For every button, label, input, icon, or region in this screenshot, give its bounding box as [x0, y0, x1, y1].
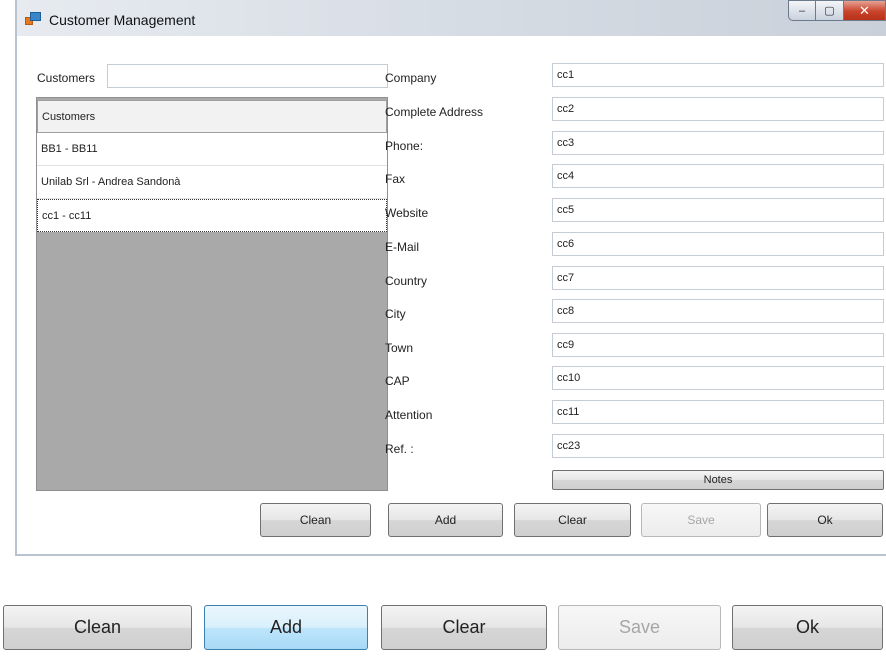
- city-input[interactable]: cc8: [552, 299, 884, 323]
- phone-label: Phone:: [385, 139, 424, 153]
- maximize-icon: ▢: [824, 5, 835, 17]
- close-button[interactable]: ✕: [844, 0, 886, 21]
- customer-list-header[interactable]: Customers: [37, 100, 387, 133]
- company-label: Company: [385, 71, 437, 85]
- zoomed-clear-button[interactable]: Clear: [381, 605, 547, 650]
- email-label: E-Mail: [385, 240, 420, 254]
- fax-label: Fax: [385, 172, 406, 186]
- town-input[interactable]: cc9: [552, 333, 884, 357]
- customers-search-input[interactable]: [107, 64, 388, 88]
- cap-input[interactable]: cc10: [552, 366, 884, 390]
- ref-label: Ref. :: [385, 442, 414, 456]
- minimize-button[interactable]: –: [788, 0, 816, 21]
- application-icon: [25, 12, 41, 26]
- website-input[interactable]: cc5: [552, 198, 884, 222]
- save-button[interactable]: Save: [641, 503, 761, 537]
- customer-list-item[interactable]: Unilab Srl - Andrea Sandonà: [37, 166, 387, 199]
- title-bar[interactable]: Customer Management – ▢ ✕: [17, 0, 886, 36]
- customers-search-label: Customers: [37, 71, 96, 85]
- add-button[interactable]: Add: [388, 503, 503, 537]
- maximize-button[interactable]: ▢: [816, 0, 844, 21]
- ok-button[interactable]: Ok: [767, 503, 883, 537]
- country-input[interactable]: cc7: [552, 266, 884, 290]
- zoomed-clean-button[interactable]: Clean: [3, 605, 192, 650]
- zoomed-save-button[interactable]: Save: [558, 605, 721, 650]
- window-title: Customer Management: [49, 12, 196, 28]
- complete-address-input[interactable]: cc2: [552, 97, 884, 121]
- caption-buttons: – ▢ ✕: [788, 0, 886, 21]
- cap-label: CAP: [385, 374, 410, 388]
- customer-management-window: Customer Management – ▢ ✕ Customers Cust…: [15, 0, 886, 556]
- phone-input[interactable]: cc3: [552, 131, 884, 155]
- town-label: Town: [385, 341, 414, 355]
- email-input[interactable]: cc6: [552, 232, 884, 256]
- complete-address-label: Complete Address: [385, 105, 484, 119]
- attention-label: Attention: [385, 408, 433, 422]
- minimize-icon: –: [798, 4, 806, 17]
- country-label: Country: [385, 274, 428, 288]
- city-label: City: [385, 307, 406, 321]
- fax-input[interactable]: cc4: [552, 164, 884, 188]
- ref-input[interactable]: cc23: [552, 434, 884, 458]
- close-icon: ✕: [859, 2, 870, 18]
- customer-list[interactable]: Customers BB1 - BB11 Unilab Srl - Andrea…: [36, 97, 388, 491]
- notes-button[interactable]: Notes: [552, 470, 884, 490]
- zoomed-add-button[interactable]: Add: [204, 605, 368, 650]
- company-input[interactable]: cc1: [552, 63, 884, 87]
- attention-input[interactable]: cc11: [552, 400, 884, 424]
- clear-button[interactable]: Clear: [514, 503, 631, 537]
- website-label: Website: [385, 206, 429, 220]
- zoomed-ok-button[interactable]: Ok: [732, 605, 883, 650]
- customer-list-item[interactable]: BB1 - BB11: [37, 133, 387, 166]
- clean-button[interactable]: Clean: [260, 503, 371, 537]
- zoomed-button-strip: Clean Add Clear Save Ok: [0, 590, 886, 667]
- customer-list-item-selected[interactable]: cc1 - cc11: [37, 199, 387, 232]
